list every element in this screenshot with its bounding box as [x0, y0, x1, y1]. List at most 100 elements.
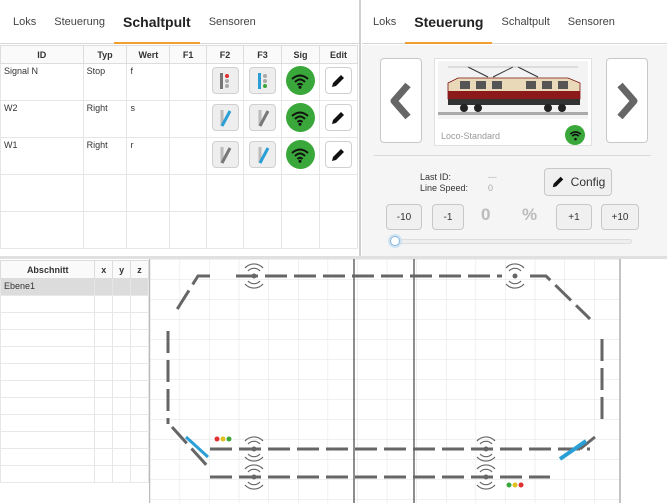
config-label: Config [570, 175, 606, 189]
signal-n-icon[interactable] [213, 435, 233, 443]
table-row[interactable]: W2 Right s [0, 100, 359, 138]
speed-plus-10-button[interactable]: +10 [601, 204, 639, 230]
chevron-left-icon [390, 82, 411, 119]
switch-straight-inactive-icon [220, 146, 232, 164]
tab-sensoren[interactable]: Sensoren [200, 0, 265, 44]
cell-wert: f [126, 63, 171, 101]
next-loco-button[interactable] [606, 58, 648, 143]
edit-button[interactable] [324, 141, 352, 168]
table-header-row: ID Typ Wert F1 F2 F3 Sig Edit [0, 45, 359, 64]
cell-sig [280, 100, 320, 138]
signal-green-icon [257, 72, 267, 89]
header-sig[interactable]: Sig [280, 45, 320, 64]
tab-schaltpult[interactable]: Schaltpult [114, 0, 200, 44]
table-row [0, 329, 149, 347]
signal-red-button[interactable] [211, 67, 239, 94]
switch-straight-button[interactable] [211, 104, 239, 131]
cell-edit [318, 63, 359, 101]
loco-name: Loco-Standard [441, 131, 501, 141]
header-id[interactable]: ID [0, 45, 84, 64]
switch-diverge-inactive-icon [258, 109, 269, 127]
pencil-icon [332, 111, 345, 124]
edit-button[interactable] [324, 67, 352, 94]
cell-edit [318, 100, 359, 138]
wifi-icon [291, 111, 310, 126]
cell-wert: s [126, 100, 171, 138]
tab-steuerung[interactable]: Steuerung [405, 0, 493, 44]
tab-loks[interactable]: Loks [364, 0, 405, 44]
speed-percent: % [522, 205, 538, 224]
cell-f1 [169, 100, 208, 138]
cell-f3 [243, 137, 282, 175]
edit-button[interactable] [324, 104, 352, 131]
track-grid [150, 259, 620, 503]
cell-edit [318, 137, 359, 175]
table-row [0, 380, 149, 398]
cell-typ: Stop [82, 63, 128, 101]
cell-typ: Right [82, 137, 128, 175]
header-y[interactable]: y [112, 260, 132, 279]
cell-f2 [206, 100, 245, 138]
header-x[interactable]: x [94, 260, 114, 279]
cell-id: W1 [0, 137, 84, 175]
tab-sensoren[interactable]: Sensoren [559, 0, 624, 44]
table-row [0, 295, 149, 313]
tab-loks[interactable]: Loks [4, 0, 45, 44]
table-row [0, 312, 149, 330]
table-row [0, 431, 149, 449]
header-f1[interactable]: F1 [169, 45, 208, 64]
speed-slider[interactable] [390, 236, 634, 246]
right-tab-bar: Loks Steuerung Schaltpult Sensoren [362, 0, 667, 44]
schaltpult-table: ID Typ Wert F1 F2 F3 Sig Edit Signal N S… [0, 45, 359, 249]
cell-y [112, 278, 132, 296]
signal-red-icon [220, 72, 230, 89]
table-row [0, 397, 149, 415]
signal-icon[interactable] [505, 481, 525, 489]
sig-button[interactable] [285, 140, 315, 169]
chevron-right-icon [617, 82, 638, 119]
cell-f1 [169, 137, 208, 175]
table-row [0, 174, 359, 212]
signal-green-button[interactable] [249, 67, 276, 94]
switch-diverge-button[interactable] [249, 104, 276, 131]
header-f3[interactable]: F3 [243, 45, 282, 64]
header-edit[interactable]: Edit [318, 45, 359, 64]
header-z[interactable]: z [130, 260, 149, 279]
track-plan-canvas[interactable] [150, 259, 667, 503]
cell-typ: Right [82, 100, 128, 138]
table-row[interactable]: Signal N Stop f [0, 63, 359, 101]
header-wert[interactable]: Wert [126, 45, 171, 64]
cell-sig [280, 137, 320, 175]
switch-diverge-button[interactable] [249, 141, 276, 168]
header-typ[interactable]: Typ [82, 45, 128, 64]
tab-schaltpult[interactable]: Schaltpult [492, 0, 558, 44]
sig-button[interactable] [285, 66, 315, 95]
loco-signal-indicator [565, 125, 585, 145]
vertical-divider[interactable] [359, 0, 361, 256]
tab-steuerung[interactable]: Steuerung [45, 0, 114, 44]
pencil-icon [332, 148, 345, 161]
left-tab-bar: Loks Steuerung Schaltpult Sensoren [0, 0, 360, 44]
cell-abschnitt: Ebene1 [0, 278, 96, 296]
speed-value: 0 [481, 205, 491, 224]
wifi-icon [569, 130, 581, 140]
table-row[interactable]: Ebene1 [0, 278, 149, 296]
prev-loco-button[interactable] [380, 58, 422, 143]
speed-minus-10-button[interactable]: -10 [386, 204, 422, 230]
switch-diverge-active-icon [258, 146, 269, 164]
switch-straight-button[interactable] [211, 141, 239, 168]
speed-plus-1-button[interactable]: +1 [556, 204, 592, 230]
switch-straight-active-icon [220, 109, 232, 127]
config-button[interactable]: Config [544, 168, 612, 196]
header-f2[interactable]: F2 [206, 45, 245, 64]
table-row [0, 465, 149, 483]
slider-thumb[interactable] [390, 236, 400, 246]
table-row [0, 211, 359, 249]
table-row[interactable]: W1 Right r [0, 137, 359, 175]
abschnitt-table: Abschnitt x y z Ebene1 [0, 260, 149, 483]
cell-f2 [206, 63, 245, 101]
speed-minus-1-button[interactable]: -1 [432, 204, 464, 230]
header-abschnitt[interactable]: Abschnitt [0, 260, 96, 279]
table-row [0, 363, 149, 381]
sig-button[interactable] [285, 103, 315, 132]
